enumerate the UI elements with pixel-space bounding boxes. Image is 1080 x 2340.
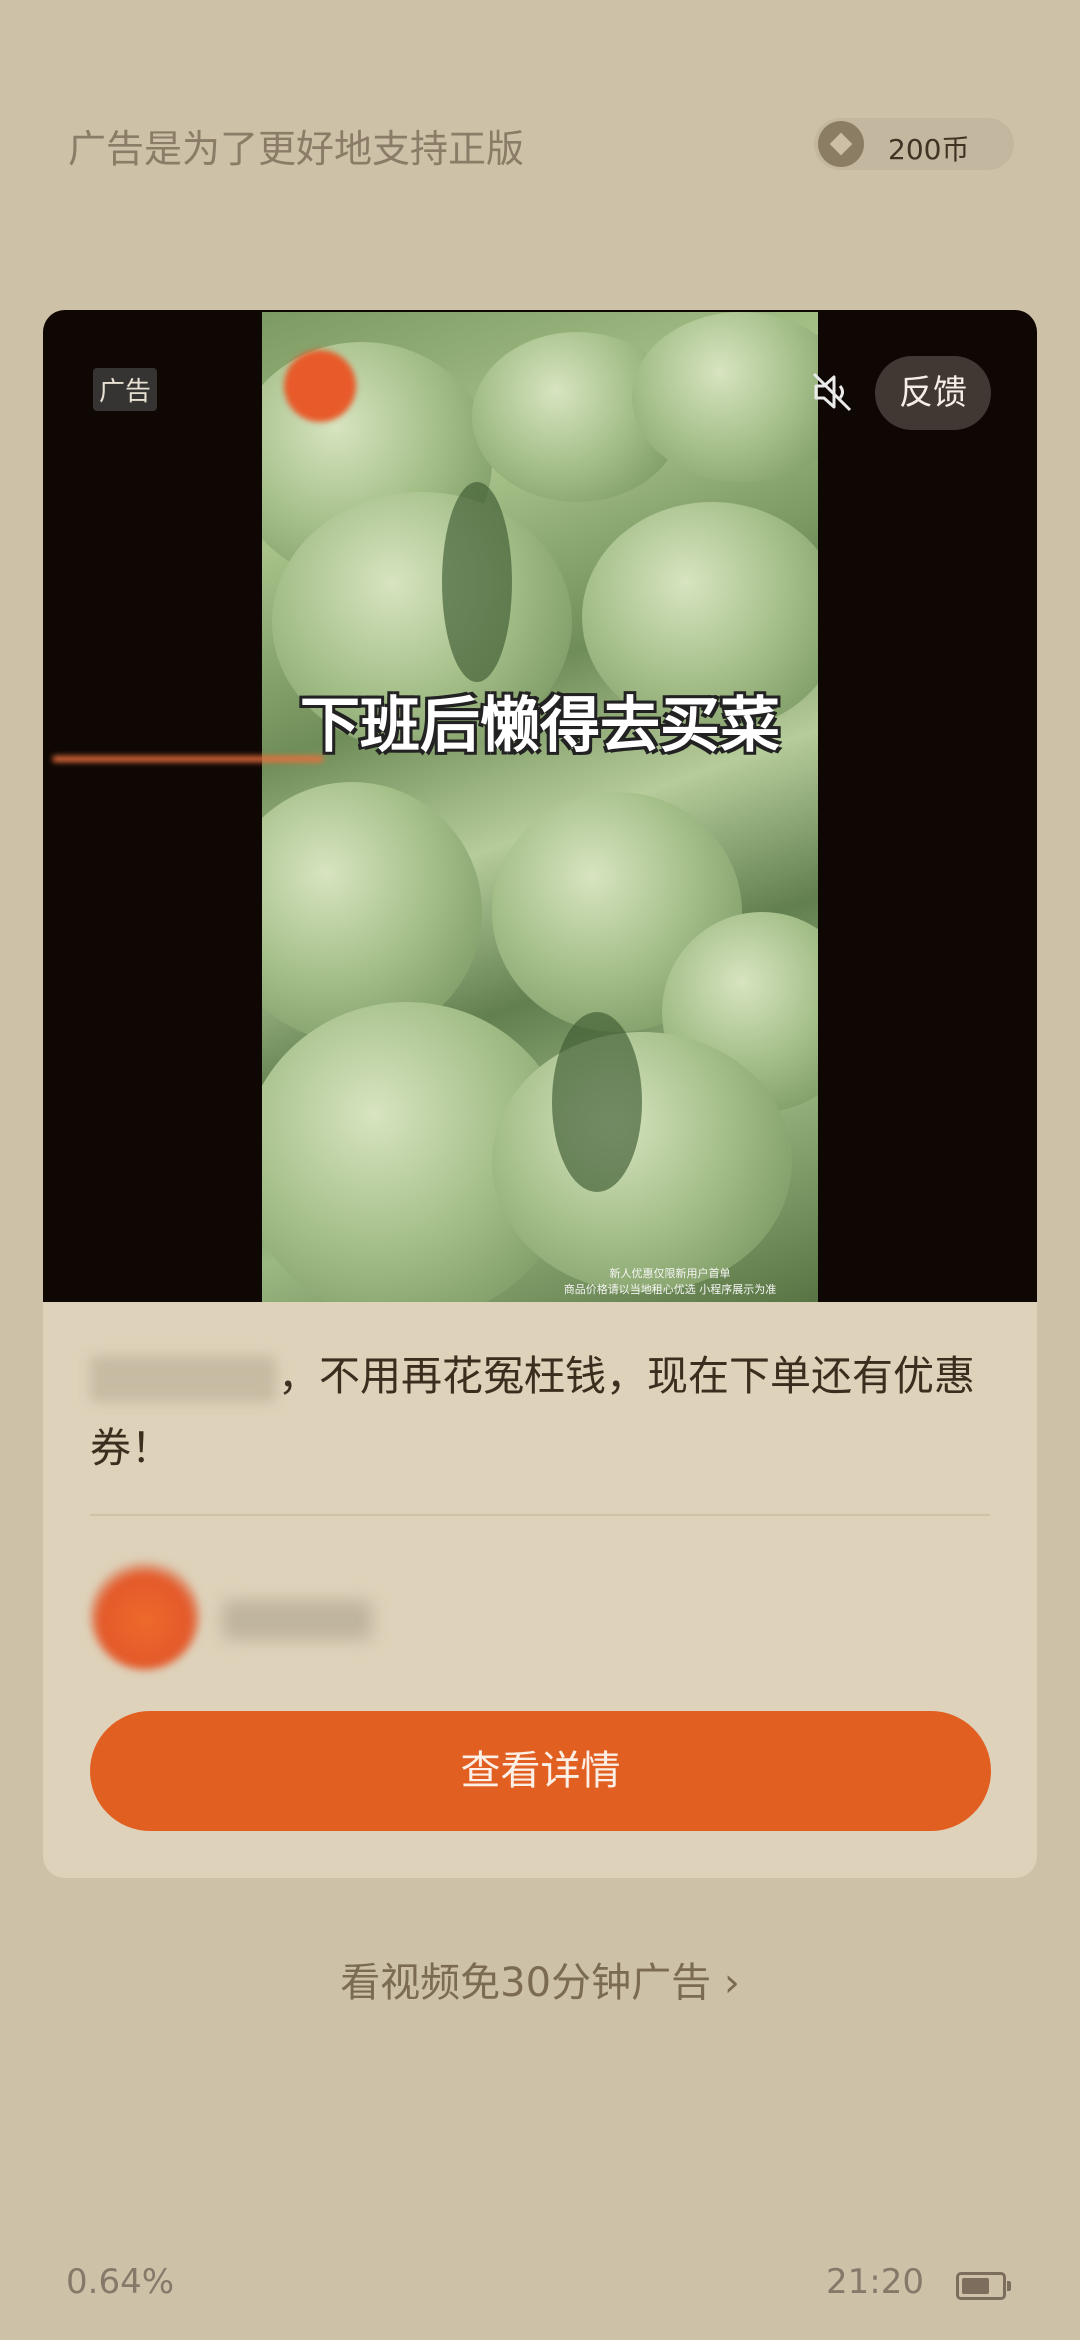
watch-video-skip-ads-link[interactable]: 看视频免30分钟广告 › (0, 1950, 1080, 2008)
ad-description: ，不用再花冤枉钱，现在下单还有优惠券！ (90, 1340, 990, 1484)
advertiser-info[interactable] (90, 1560, 990, 1680)
video-disclaimer: 新人优惠仅限新用户首单 商品价格请以当地租心优选 小程序展示为准 (530, 1266, 810, 1298)
disclaimer-line-2: 商品价格请以当地租心优选 小程序展示为准 (563, 1283, 777, 1296)
coin-icon (818, 121, 864, 167)
ad-header: 广告是为了更好地支持正版 200币 (0, 100, 1080, 190)
advertiser-name (222, 1600, 372, 1640)
speaker-muted-icon[interactable] (808, 368, 856, 416)
chevron-right-icon: › (723, 1960, 740, 2006)
divider (90, 1514, 990, 1516)
advertiser-logo (90, 1560, 200, 1670)
disclaimer-line-1: 新人优惠仅限新用户首单 (609, 1267, 731, 1280)
blurred-brand-name (90, 1356, 276, 1402)
advertiser-accent-line (53, 756, 323, 762)
skip-link-text: 看视频免30分钟广告 (340, 1960, 712, 2006)
status-time: 21:20 (826, 2262, 924, 2302)
coin-balance: 200币 (888, 133, 970, 166)
ad-card[interactable]: 广告 下班后懒得去买菜 新人优惠仅限新用户首单 商品价格请以当地租心优选 小程序… (43, 310, 1037, 1878)
ad-tag: 广告 (93, 368, 158, 411)
video-frame[interactable]: 下班后懒得去买菜 新人优惠仅限新用户首单 商品价格请以当地租心优选 小程序展示为… (262, 312, 818, 1302)
feedback-button[interactable]: 反馈 (875, 356, 991, 430)
battery-icon (956, 2272, 1011, 2300)
battery-level (962, 2278, 989, 2294)
bottom-status-bar: 0.64% 21:20 (0, 2262, 1080, 2312)
video-caption: 下班后懒得去买菜 (300, 691, 780, 761)
coin-balance-pill[interactable]: 200币 (814, 118, 1014, 170)
ad-support-title: 广告是为了更好地支持正版 (68, 127, 525, 171)
ad-brand-logo (284, 350, 356, 422)
view-details-button[interactable]: 查看详情 (90, 1711, 991, 1831)
reading-progress: 0.64% (66, 2262, 175, 2302)
ad-video-player[interactable]: 广告 下班后懒得去买菜 新人优惠仅限新用户首单 商品价格请以当地租心优选 小程序… (43, 310, 1037, 1302)
